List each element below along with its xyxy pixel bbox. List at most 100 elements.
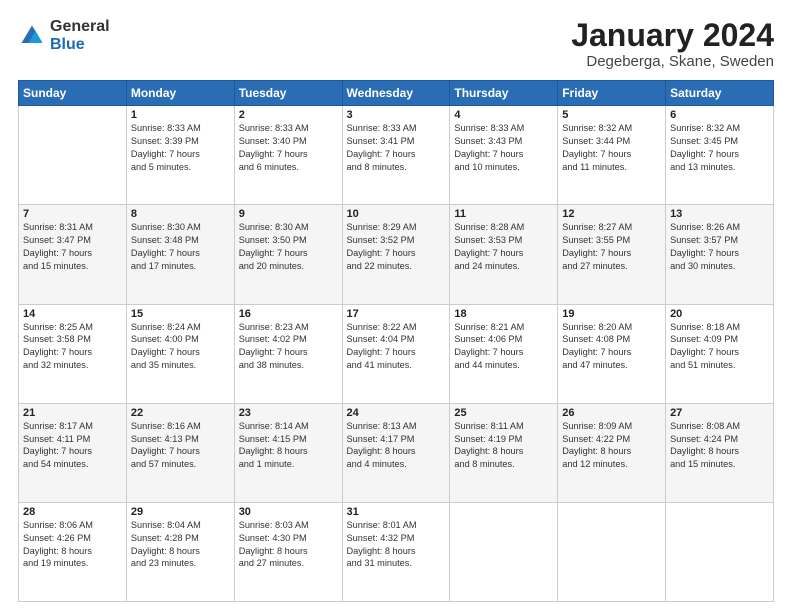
day-number: 6	[670, 109, 769, 121]
logo: General Blue	[18, 18, 110, 53]
day-info: Sunrise: 8:01 AM Sunset: 4:32 PM Dayligh…	[347, 519, 446, 571]
day-cell: 4Sunrise: 8:33 AM Sunset: 3:43 PM Daylig…	[450, 106, 558, 205]
day-cell: 31Sunrise: 8:01 AM Sunset: 4:32 PM Dayli…	[342, 502, 450, 601]
day-number: 7	[23, 208, 122, 220]
day-number: 11	[454, 208, 553, 220]
day-cell: 3Sunrise: 8:33 AM Sunset: 3:41 PM Daylig…	[342, 106, 450, 205]
day-cell	[19, 106, 127, 205]
header: General Blue January 2024 Degeberga, Ska…	[18, 18, 774, 70]
day-number: 23	[239, 407, 338, 419]
day-cell: 27Sunrise: 8:08 AM Sunset: 4:24 PM Dayli…	[666, 403, 774, 502]
day-number: 25	[454, 407, 553, 419]
day-cell: 19Sunrise: 8:20 AM Sunset: 4:08 PM Dayli…	[558, 304, 666, 403]
day-cell: 12Sunrise: 8:27 AM Sunset: 3:55 PM Dayli…	[558, 205, 666, 304]
day-cell: 26Sunrise: 8:09 AM Sunset: 4:22 PM Dayli…	[558, 403, 666, 502]
day-number: 12	[562, 208, 661, 220]
day-info: Sunrise: 8:33 AM Sunset: 3:41 PM Dayligh…	[347, 122, 446, 174]
col-header-friday: Friday	[558, 81, 666, 106]
day-number: 18	[454, 308, 553, 320]
day-number: 17	[347, 308, 446, 320]
day-info: Sunrise: 8:33 AM Sunset: 3:39 PM Dayligh…	[131, 122, 230, 174]
day-number: 20	[670, 308, 769, 320]
calendar-header-row: SundayMondayTuesdayWednesdayThursdayFrid…	[19, 81, 774, 106]
day-cell: 7Sunrise: 8:31 AM Sunset: 3:47 PM Daylig…	[19, 205, 127, 304]
day-info: Sunrise: 8:25 AM Sunset: 3:58 PM Dayligh…	[23, 321, 122, 373]
week-row-2: 7Sunrise: 8:31 AM Sunset: 3:47 PM Daylig…	[19, 205, 774, 304]
col-header-tuesday: Tuesday	[234, 81, 342, 106]
day-cell: 15Sunrise: 8:24 AM Sunset: 4:00 PM Dayli…	[126, 304, 234, 403]
day-cell: 2Sunrise: 8:33 AM Sunset: 3:40 PM Daylig…	[234, 106, 342, 205]
day-info: Sunrise: 8:24 AM Sunset: 4:00 PM Dayligh…	[131, 321, 230, 373]
day-info: Sunrise: 8:29 AM Sunset: 3:52 PM Dayligh…	[347, 221, 446, 273]
day-cell: 10Sunrise: 8:29 AM Sunset: 3:52 PM Dayli…	[342, 205, 450, 304]
day-cell: 23Sunrise: 8:14 AM Sunset: 4:15 PM Dayli…	[234, 403, 342, 502]
day-info: Sunrise: 8:30 AM Sunset: 3:50 PM Dayligh…	[239, 221, 338, 273]
day-number: 21	[23, 407, 122, 419]
day-cell	[666, 502, 774, 601]
day-info: Sunrise: 8:14 AM Sunset: 4:15 PM Dayligh…	[239, 420, 338, 472]
day-info: Sunrise: 8:09 AM Sunset: 4:22 PM Dayligh…	[562, 420, 661, 472]
day-cell: 28Sunrise: 8:06 AM Sunset: 4:26 PM Dayli…	[19, 502, 127, 601]
day-number: 3	[347, 109, 446, 121]
day-info: Sunrise: 8:26 AM Sunset: 3:57 PM Dayligh…	[670, 221, 769, 273]
page: General Blue January 2024 Degeberga, Ska…	[0, 0, 792, 612]
day-number: 28	[23, 506, 122, 518]
month-title: January 2024	[571, 18, 774, 53]
col-header-saturday: Saturday	[666, 81, 774, 106]
day-info: Sunrise: 8:32 AM Sunset: 3:44 PM Dayligh…	[562, 122, 661, 174]
day-info: Sunrise: 8:03 AM Sunset: 4:30 PM Dayligh…	[239, 519, 338, 571]
day-info: Sunrise: 8:33 AM Sunset: 3:40 PM Dayligh…	[239, 122, 338, 174]
day-info: Sunrise: 8:11 AM Sunset: 4:19 PM Dayligh…	[454, 420, 553, 472]
week-row-5: 28Sunrise: 8:06 AM Sunset: 4:26 PM Dayli…	[19, 502, 774, 601]
day-number: 31	[347, 506, 446, 518]
day-info: Sunrise: 8:18 AM Sunset: 4:09 PM Dayligh…	[670, 321, 769, 373]
day-info: Sunrise: 8:21 AM Sunset: 4:06 PM Dayligh…	[454, 321, 553, 373]
day-cell: 29Sunrise: 8:04 AM Sunset: 4:28 PM Dayli…	[126, 502, 234, 601]
day-info: Sunrise: 8:06 AM Sunset: 4:26 PM Dayligh…	[23, 519, 122, 571]
day-cell: 18Sunrise: 8:21 AM Sunset: 4:06 PM Dayli…	[450, 304, 558, 403]
day-number: 2	[239, 109, 338, 121]
day-info: Sunrise: 8:32 AM Sunset: 3:45 PM Dayligh…	[670, 122, 769, 174]
day-info: Sunrise: 8:22 AM Sunset: 4:04 PM Dayligh…	[347, 321, 446, 373]
day-number: 5	[562, 109, 661, 121]
day-cell: 17Sunrise: 8:22 AM Sunset: 4:04 PM Dayli…	[342, 304, 450, 403]
day-info: Sunrise: 8:33 AM Sunset: 3:43 PM Dayligh…	[454, 122, 553, 174]
day-cell	[558, 502, 666, 601]
logo-general: General	[50, 18, 110, 36]
logo-text: General Blue	[50, 18, 110, 53]
col-header-sunday: Sunday	[19, 81, 127, 106]
day-cell: 9Sunrise: 8:30 AM Sunset: 3:50 PM Daylig…	[234, 205, 342, 304]
day-cell: 16Sunrise: 8:23 AM Sunset: 4:02 PM Dayli…	[234, 304, 342, 403]
day-number: 26	[562, 407, 661, 419]
day-info: Sunrise: 8:23 AM Sunset: 4:02 PM Dayligh…	[239, 321, 338, 373]
day-cell: 22Sunrise: 8:16 AM Sunset: 4:13 PM Dayli…	[126, 403, 234, 502]
day-info: Sunrise: 8:28 AM Sunset: 3:53 PM Dayligh…	[454, 221, 553, 273]
day-cell: 25Sunrise: 8:11 AM Sunset: 4:19 PM Dayli…	[450, 403, 558, 502]
day-number: 4	[454, 109, 553, 121]
day-number: 19	[562, 308, 661, 320]
location: Degeberga, Skane, Sweden	[571, 53, 774, 70]
logo-blue: Blue	[50, 36, 110, 54]
day-info: Sunrise: 8:31 AM Sunset: 3:47 PM Dayligh…	[23, 221, 122, 273]
day-cell: 13Sunrise: 8:26 AM Sunset: 3:57 PM Dayli…	[666, 205, 774, 304]
day-number: 27	[670, 407, 769, 419]
col-header-thursday: Thursday	[450, 81, 558, 106]
day-cell: 20Sunrise: 8:18 AM Sunset: 4:09 PM Dayli…	[666, 304, 774, 403]
day-cell: 14Sunrise: 8:25 AM Sunset: 3:58 PM Dayli…	[19, 304, 127, 403]
day-cell: 21Sunrise: 8:17 AM Sunset: 4:11 PM Dayli…	[19, 403, 127, 502]
day-cell	[450, 502, 558, 601]
week-row-3: 14Sunrise: 8:25 AM Sunset: 3:58 PM Dayli…	[19, 304, 774, 403]
day-number: 1	[131, 109, 230, 121]
day-number: 14	[23, 308, 122, 320]
day-cell: 11Sunrise: 8:28 AM Sunset: 3:53 PM Dayli…	[450, 205, 558, 304]
day-cell: 30Sunrise: 8:03 AM Sunset: 4:30 PM Dayli…	[234, 502, 342, 601]
day-number: 29	[131, 506, 230, 518]
day-number: 15	[131, 308, 230, 320]
day-info: Sunrise: 8:08 AM Sunset: 4:24 PM Dayligh…	[670, 420, 769, 472]
day-cell: 8Sunrise: 8:30 AM Sunset: 3:48 PM Daylig…	[126, 205, 234, 304]
day-number: 10	[347, 208, 446, 220]
day-number: 13	[670, 208, 769, 220]
day-info: Sunrise: 8:13 AM Sunset: 4:17 PM Dayligh…	[347, 420, 446, 472]
day-number: 16	[239, 308, 338, 320]
day-info: Sunrise: 8:17 AM Sunset: 4:11 PM Dayligh…	[23, 420, 122, 472]
